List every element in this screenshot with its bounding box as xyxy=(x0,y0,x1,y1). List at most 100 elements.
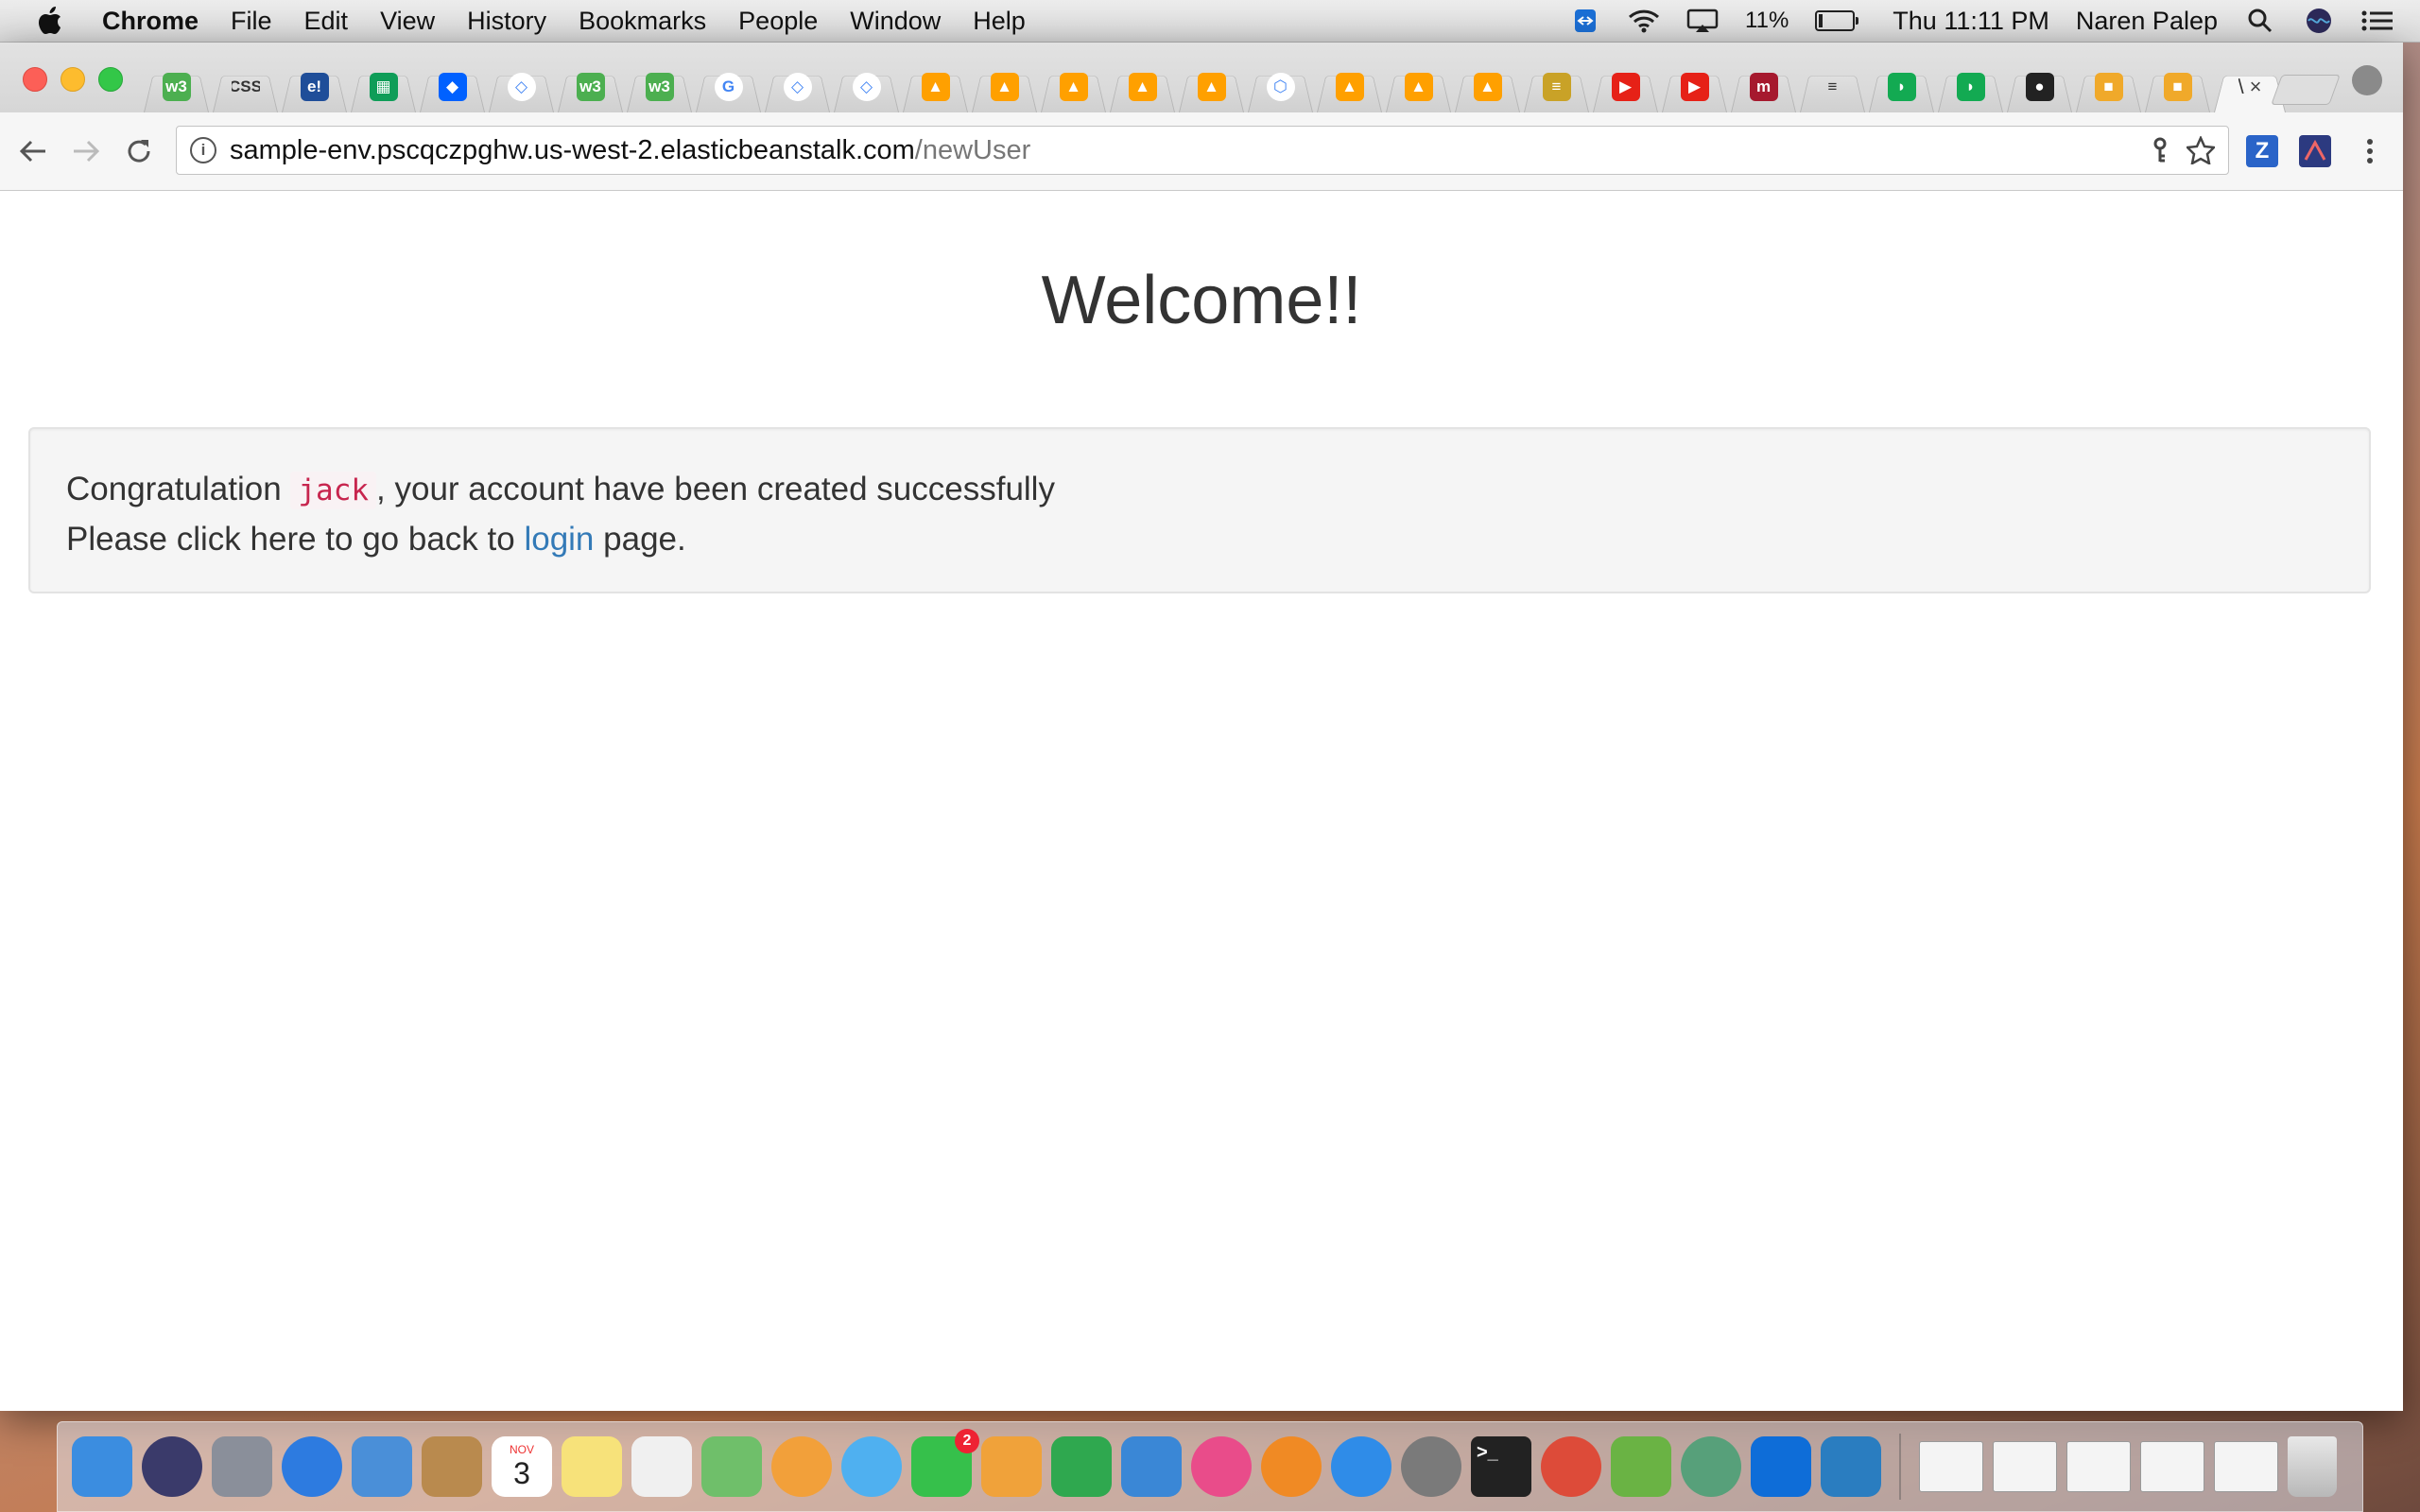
notes-icon[interactable] xyxy=(562,1436,622,1497)
browser-tab[interactable]: ■ xyxy=(2143,61,2212,112)
wifi-icon[interactable] xyxy=(1628,7,1660,35)
browser-tab[interactable]: ▦ xyxy=(349,61,418,112)
browser-tab[interactable]: m xyxy=(1729,61,1798,112)
airplay-icon[interactable] xyxy=(1686,7,1719,35)
browser-tab[interactable]: ▲ xyxy=(1384,61,1453,112)
menu-edit[interactable]: Edit xyxy=(304,7,349,36)
system-preferences-icon[interactable] xyxy=(1401,1436,1461,1497)
itunes-icon[interactable] xyxy=(1191,1436,1252,1497)
browser-tab[interactable]: ▲ xyxy=(1039,61,1108,112)
browser-tab[interactable]: w3 xyxy=(625,61,694,112)
browser-tab[interactable]: ◗ xyxy=(1936,61,2005,112)
mail-icon[interactable] xyxy=(352,1436,412,1497)
browser-tab[interactable]: ▲ xyxy=(1108,61,1177,112)
siri-icon[interactable] xyxy=(142,1436,202,1497)
browser-tab[interactable]: ≡ xyxy=(1522,61,1591,112)
safari-icon[interactable] xyxy=(282,1436,342,1497)
android-studio-icon[interactable] xyxy=(1611,1436,1671,1497)
login-link[interactable]: login xyxy=(524,521,594,558)
dock-separator xyxy=(1899,1434,1901,1500)
back-icon[interactable] xyxy=(15,133,51,169)
contacts-icon[interactable] xyxy=(422,1436,482,1497)
browser-tab[interactable]: ▲ xyxy=(1453,61,1522,112)
chrome-icon[interactable] xyxy=(1541,1436,1601,1497)
reminders-icon[interactable] xyxy=(631,1436,692,1497)
launchpad-icon[interactable] xyxy=(212,1436,272,1497)
minimized-window-thumbnail[interactable] xyxy=(2066,1441,2131,1492)
spotlight-search-icon[interactable] xyxy=(2244,7,2276,35)
calendar-icon[interactable]: NOV 3 xyxy=(492,1436,552,1497)
chrome-menu-icon[interactable] xyxy=(2352,133,2388,169)
pages-icon[interactable] xyxy=(981,1436,1042,1497)
menu-bookmarks[interactable]: Bookmarks xyxy=(579,7,706,36)
close-window-button[interactable] xyxy=(23,67,47,92)
messages-icon[interactable] xyxy=(841,1436,902,1497)
facetime-icon[interactable]: 2 xyxy=(911,1429,979,1497)
reload-icon[interactable] xyxy=(121,133,157,169)
numbers-icon[interactable] xyxy=(1051,1436,1112,1497)
browser-tab[interactable]: ▲ xyxy=(970,61,1039,112)
menu-help[interactable]: Help xyxy=(973,7,1026,36)
keynote-icon[interactable] xyxy=(1121,1436,1182,1497)
maps-icon[interactable] xyxy=(701,1436,762,1497)
browser-tab[interactable]: ▲ xyxy=(1315,61,1384,112)
profile-icon[interactable] xyxy=(2352,65,2382,95)
menu-file[interactable]: File xyxy=(231,7,272,36)
photos-icon[interactable] xyxy=(771,1436,832,1497)
browser-tab[interactable]: G xyxy=(694,61,763,112)
browser-tab[interactable]: ≡ xyxy=(1798,61,1867,112)
browser-tab[interactable]: CSS xyxy=(211,61,280,112)
browser-tab[interactable]: e! xyxy=(280,61,349,112)
menu-history[interactable]: History xyxy=(467,7,546,36)
atom-icon[interactable] xyxy=(1681,1436,1741,1497)
minimized-window-thumbnail[interactable] xyxy=(2214,1441,2278,1492)
address-bar[interactable]: i sample-env.pscqczpghw.us-west-2.elasti… xyxy=(176,126,2229,175)
apple-icon[interactable] xyxy=(38,7,66,35)
teamviewer-status-icon[interactable] xyxy=(1569,7,1601,35)
zoom-window-button[interactable] xyxy=(98,67,123,92)
browser-tab[interactable]: ■ xyxy=(2074,61,2143,112)
extension-icon[interactable] xyxy=(2299,135,2331,167)
extension-z-icon[interactable]: Z xyxy=(2246,135,2278,167)
minimized-window-thumbnail[interactable] xyxy=(1993,1441,2057,1492)
browser-tab[interactable]: w3 xyxy=(142,61,211,112)
minimized-window-thumbnail[interactable] xyxy=(1919,1441,1983,1492)
firebase-icon: ▲ xyxy=(1197,73,1226,101)
menu-view[interactable]: View xyxy=(380,7,435,36)
app-store-icon[interactable] xyxy=(1331,1436,1392,1497)
finder-icon[interactable] xyxy=(72,1436,132,1497)
clock[interactable]: Thu 11:11 PM xyxy=(1893,7,2049,36)
menu-window[interactable]: Window xyxy=(850,7,941,36)
browser-tab[interactable]: ▶ xyxy=(1660,61,1729,112)
forward-icon[interactable] xyxy=(68,133,104,169)
browser-tab[interactable]: w3 xyxy=(556,61,625,112)
minimized-window-thumbnail[interactable] xyxy=(2140,1441,2204,1492)
menu-app-name[interactable]: Chrome xyxy=(102,7,199,36)
close-tab-icon[interactable]: × xyxy=(2250,75,2262,99)
key-icon[interactable] xyxy=(2151,137,2169,171)
ibooks-icon[interactable] xyxy=(1261,1436,1322,1497)
menu-people[interactable]: People xyxy=(738,7,818,36)
browser-tab[interactable]: ▶ xyxy=(1591,61,1660,112)
terminal-icon[interactable]: >_ xyxy=(1471,1436,1531,1497)
battery-icon[interactable] xyxy=(1815,10,1859,31)
new-tab-button[interactable] xyxy=(2271,75,2341,105)
brackets-icon[interactable] xyxy=(1821,1436,1881,1497)
browser-tab[interactable]: ◇ xyxy=(832,61,901,112)
minimize-window-button[interactable] xyxy=(60,67,85,92)
browser-tab[interactable]: ◗ xyxy=(1867,61,1936,112)
notification-center-icon[interactable] xyxy=(2361,7,2394,35)
bookmark-star-icon[interactable] xyxy=(2185,134,2217,172)
browser-tab[interactable]: ◇ xyxy=(763,61,832,112)
teamviewer-icon[interactable] xyxy=(1751,1436,1811,1497)
browser-tab[interactable]: ● xyxy=(2005,61,2074,112)
browser-tab[interactable]: ◇ xyxy=(487,61,556,112)
siri-icon[interactable] xyxy=(2303,7,2335,35)
browser-tab[interactable]: ▲ xyxy=(1177,61,1246,112)
browser-tab[interactable]: ▲ xyxy=(901,61,970,112)
site-info-icon[interactable]: i xyxy=(190,137,216,163)
browser-tab[interactable]: ⬡ xyxy=(1246,61,1315,112)
trash-icon[interactable] xyxy=(2288,1436,2337,1497)
browser-tab[interactable]: ◆ xyxy=(418,61,487,112)
user-name[interactable]: Naren Palep xyxy=(2076,7,2218,36)
